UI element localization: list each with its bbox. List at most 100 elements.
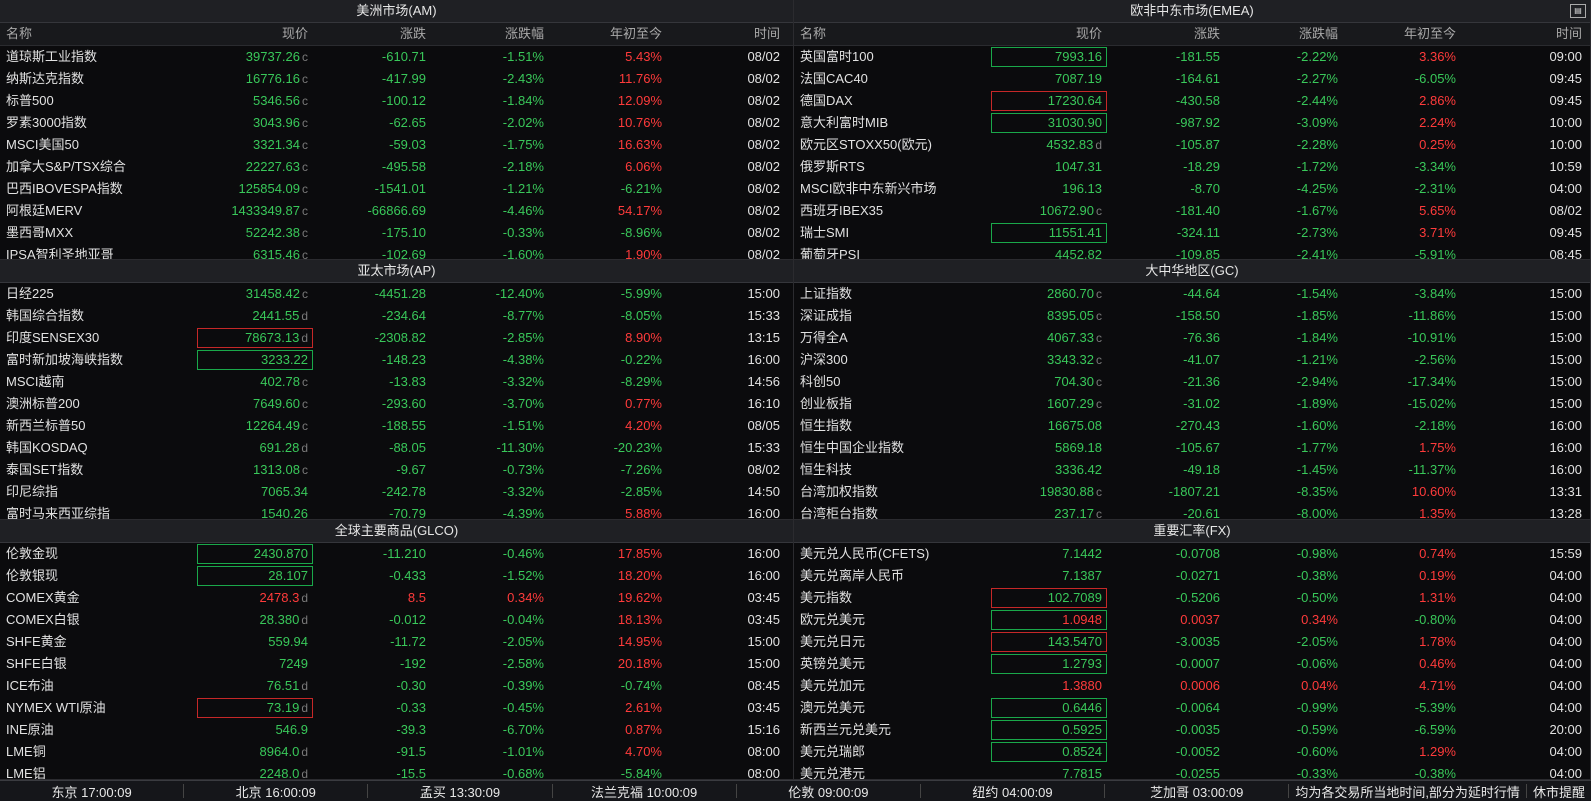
- column-header[interactable]: 涨跌幅: [432, 23, 550, 45]
- table-row[interactable]: IPSA智利圣地亚哥 6315.46 c -102.69 -1.60% 1.90% 08/0…: [0, 244, 793, 259]
- table-row[interactable]: 沪深300 3343.32 c -41.07 -1.21% -2.56% 15:00: [794, 349, 1590, 371]
- price-status-flag: c: [302, 116, 308, 130]
- table-row[interactable]: 澳元兑美元 0.6446 -0.0064 -0.99% -5.39% 04:00: [794, 697, 1590, 719]
- table-row[interactable]: NYMEX WTI原油 73.19 d -0.33 -0.45% 2.61% 03:45: [0, 697, 793, 719]
- table-row[interactable]: COMEX白银 28.380 d -0.012 -0.04% 18.13% 03:45: [0, 609, 793, 631]
- table-row[interactable]: 美元兑瑞郎 0.8524 -0.0052 -0.60% 1.29% 04:00: [794, 741, 1590, 763]
- table-row[interactable]: 澳洲标普200 7649.60 c -293.60 -3.70% 0.77% 16:10: [0, 393, 793, 415]
- column-header[interactable]: 涨跌幅: [1226, 23, 1344, 45]
- column-header[interactable]: 时间: [1462, 23, 1588, 45]
- table-row[interactable]: 印度SENSEX30 78673.13 d -2308.82 -2.85% 8.90% 13…: [0, 327, 793, 349]
- market-close-reminder[interactable]: 休市提醒: [1527, 782, 1591, 801]
- table-row[interactable]: 台湾加权指数 19830.88 c -1807.21 -8.35% 10.60% 13:31: [794, 481, 1590, 503]
- table-row[interactable]: 泰国SET指数 1313.08 c -9.67 -0.73% -7.26% 08/02: [0, 459, 793, 481]
- column-header[interactable]: 名称: [0, 23, 196, 45]
- table-row[interactable]: 伦敦银现 28.107 -0.433 -1.52% 18.20% 16:00: [0, 565, 793, 587]
- table-row[interactable]: 万得全A 4067.33 c -76.36 -1.84% -10.91% 15:00: [794, 327, 1590, 349]
- table-row[interactable]: 阿根廷MERV 1433349.87 c -66866.69 -4.46% 54.17% 0…: [0, 200, 793, 222]
- table-row[interactable]: 巴西IBOVESPA指数 125854.09 c -1541.01 -1.21% -6.2…: [0, 178, 793, 200]
- table-row[interactable]: 欧元兑美元 1.0948 0.0037 0.34% -0.80% 04:00: [794, 609, 1590, 631]
- table-row[interactable]: 墨西哥MXX 52242.38 c -175.10 -0.33% -8.96% 08/02: [0, 222, 793, 244]
- table-row[interactable]: 恒生中国企业指数 5869.18 -105.67 -1.77% 1.75% 16:00: [794, 437, 1590, 459]
- table-row[interactable]: 恒生指数 16675.08 -270.43 -1.60% -2.18% 16:00: [794, 415, 1590, 437]
- panel-title[interactable]: 全球主要商品(GLCO): [0, 520, 793, 543]
- table-row[interactable]: 富时马来西亚综指 1540.26 -70.79 -4.39% 5.88% 16:00: [0, 503, 793, 520]
- table-row[interactable]: 加拿大S&P/TSX综合 22227.63 c -495.58 -2.18% 6.06% 0…: [0, 156, 793, 178]
- table-row[interactable]: 台湾柜台指数 237.17 c -20.61 -8.00% 1.35% 13:28: [794, 503, 1590, 520]
- table-row[interactable]: 俄罗斯RTS 1047.31 -18.29 -1.72% -3.34% 10:59: [794, 156, 1590, 178]
- change-value: -105.87: [1175, 137, 1220, 152]
- table-row[interactable]: 美元兑离岸人民币 7.1387 -0.0271 -0.38% 0.19% 04:00: [794, 565, 1590, 587]
- panel-title[interactable]: 欧非中东市场(EMEA): [794, 0, 1590, 23]
- quote-time: 08/02: [747, 49, 780, 64]
- table-row[interactable]: 西班牙IBEX35 10672.90 c -181.40 -1.67% 5.65% 08/0…: [794, 200, 1590, 222]
- column-header[interactable]: 现价: [990, 23, 1108, 45]
- column-header[interactable]: 年初至今: [1344, 23, 1462, 45]
- ytd-percent: 0.46%: [1419, 656, 1456, 671]
- table-row[interactable]: 葡萄牙PSI 4452.82 -109.85 -2.41% -5.91% 08:45: [794, 244, 1590, 259]
- table-row[interactable]: 欧元区STOXX50(欧元) 4532.83 d -105.87 -2.28% 0.25%…: [794, 134, 1590, 156]
- table-row[interactable]: 美元兑港元 7.7815 -0.0255 -0.33% -0.38% 04:00: [794, 763, 1590, 779]
- column-header[interactable]: 涨跌: [1108, 23, 1226, 45]
- table-row[interactable]: 科创50 704.30 c -21.36 -2.94% -17.34% 15:00: [794, 371, 1590, 393]
- panel-title[interactable]: 大中华地区(GC): [794, 260, 1590, 283]
- table-row[interactable]: LME铜 8964.0 d -91.5 -1.01% 4.70% 08:00: [0, 741, 793, 763]
- table-row[interactable]: 上证指数 2860.70 c -44.64 -1.54% -3.84% 15:00: [794, 283, 1590, 305]
- table-row[interactable]: 恒生科技 3336.42 -49.18 -1.45% -11.37% 16:00: [794, 459, 1590, 481]
- table-row[interactable]: 美元兑加元 1.3880 0.0006 0.04% 4.71% 04:00: [794, 675, 1590, 697]
- last-price: 1540.26: [196, 503, 314, 519]
- table-row[interactable]: 美元兑日元 143.5470 -3.0035 -2.05% 1.78% 04:00: [794, 631, 1590, 653]
- table-row[interactable]: ICE布油 76.51 d -0.30 -0.39% -0.74% 08:45: [0, 675, 793, 697]
- table-row[interactable]: 法国CAC40 7087.19 -164.61 -2.27% -6.05% 09:45: [794, 68, 1590, 90]
- table-row[interactable]: 美元指数 102.7089 -0.5206 -0.50% 1.31% 04:00: [794, 587, 1590, 609]
- table-row[interactable]: 印尼综指 7065.34 -242.78 -3.32% -2.85% 14:50: [0, 481, 793, 503]
- table-row[interactable]: 标普500 5346.56 c -100.12 -1.84% 12.09% 08/02: [0, 90, 793, 112]
- table-row[interactable]: 罗素3000指数 3043.96 c -62.65 -2.02% 10.76% 08/02: [0, 112, 793, 134]
- table-row[interactable]: MSCI越南 402.78 c -13.83 -3.32% -8.29% 14:56: [0, 371, 793, 393]
- table-row[interactable]: 新西兰元兑美元 0.5925 -0.0035 -0.59% -6.59% 20:00: [794, 719, 1590, 741]
- quote-time: 04:00: [1549, 656, 1582, 671]
- column-header[interactable]: 时间: [668, 23, 786, 45]
- price-status-flag: c: [302, 160, 308, 174]
- table-row[interactable]: SHFE黄金 559.94 -11.72 -2.05% 14.95% 15:00: [0, 631, 793, 653]
- table-row[interactable]: 英镑兑美元 1.2793 -0.0007 -0.06% 0.46% 04:00: [794, 653, 1590, 675]
- change-percent: -1.85%: [1296, 308, 1338, 323]
- quote-time: 08/02: [747, 159, 780, 174]
- table-row[interactable]: LME铝 2248.0 d -15.5 -0.68% -5.84% 08:00: [0, 763, 793, 779]
- panel-title[interactable]: 美洲市场(AM): [0, 0, 793, 23]
- table-row[interactable]: 美元兑人民币(CFETS) 7.1442 -0.0708 -0.98% 0.74% 15:…: [794, 543, 1590, 565]
- change-percent: -0.38%: [1296, 568, 1338, 583]
- table-row[interactable]: 韩国KOSDAQ 691.28 d -88.05 -11.30% -20.23% 15:33: [0, 437, 793, 459]
- table-row[interactable]: 韩国综合指数 2441.55 d -234.64 -8.77% -8.05% 15:33: [0, 305, 793, 327]
- column-header[interactable]: 现价: [196, 23, 314, 45]
- table-row[interactable]: 新西兰标普50 12264.49 c -188.55 -1.51% 4.20% 08/05: [0, 415, 793, 437]
- table-row[interactable]: 日经225 31458.42 c -4451.28 -12.40% -5.99% 15:00: [0, 283, 793, 305]
- table-row[interactable]: 伦敦金现 2430.870 -11.210 -0.46% 17.85% 16:00: [0, 543, 793, 565]
- table-row[interactable]: 英国富时100 7993.16 -181.55 -2.22% 3.36% 09:00: [794, 46, 1590, 68]
- instrument-name: 富时马来西亚综指: [6, 506, 111, 520]
- table-row[interactable]: 瑞士SMI 11551.41 -324.11 -2.73% 3.71% 09:45: [794, 222, 1590, 244]
- last-price: 3336.42: [990, 459, 1108, 481]
- table-row[interactable]: 德国DAX 17230.64 -430.58 -2.44% 2.86% 09:45: [794, 90, 1590, 112]
- table-row[interactable]: SHFE白银 7249 -192 -2.58% 20.18% 15:00: [0, 653, 793, 675]
- table-row[interactable]: 意大利富时MIB 31030.90 -987.92 -3.09% 2.24% 10:00: [794, 112, 1590, 134]
- table-row[interactable]: 道琼斯工业指数 39737.26 c -610.71 -1.51% 5.43% 08/02: [0, 46, 793, 68]
- table-row[interactable]: COMEX黄金 2478.3 d 8.5 0.34% 19.62% 03:45: [0, 587, 793, 609]
- panel-title[interactable]: 重要汇率(FX): [794, 520, 1590, 543]
- ytd-percent: -2.56%: [1414, 352, 1456, 367]
- quote-time: 13:28: [1549, 506, 1582, 520]
- table-row[interactable]: 富时新加坡海峡指数 3233.22 -148.23 -4.38% -0.22% 16:00: [0, 349, 793, 371]
- panel-title[interactable]: 亚太市场(AP): [0, 260, 793, 283]
- table-row[interactable]: MSCI美国50 3321.34 c -59.03 -1.75% 16.63% 08/02: [0, 134, 793, 156]
- column-header[interactable]: 涨跌: [314, 23, 432, 45]
- table-row[interactable]: 纳斯达克指数 16776.16 c -417.99 -2.43% 11.76% 08/02: [0, 68, 793, 90]
- column-header[interactable]: 名称: [794, 23, 990, 45]
- last-price: 559.94: [196, 631, 314, 653]
- table-row[interactable]: 深证成指 8395.05 c -158.50 -1.85% -11.86% 15:00: [794, 305, 1590, 327]
- table-row[interactable]: INE原油 546.9 -39.3 -6.70% 0.87% 15:16: [0, 719, 793, 741]
- table-row[interactable]: 创业板指 1607.29 c -31.02 -1.89% -15.02% 15:00: [794, 393, 1590, 415]
- price-value: 143.5470: [1047, 634, 1102, 649]
- panel-export-icon[interactable]: ▤: [1570, 4, 1586, 18]
- column-header[interactable]: 年初至今: [550, 23, 668, 45]
- table-row[interactable]: MSCI欧非中东新兴市场 196.13 -8.70 -4.25% -2.31% 04:00: [794, 178, 1590, 200]
